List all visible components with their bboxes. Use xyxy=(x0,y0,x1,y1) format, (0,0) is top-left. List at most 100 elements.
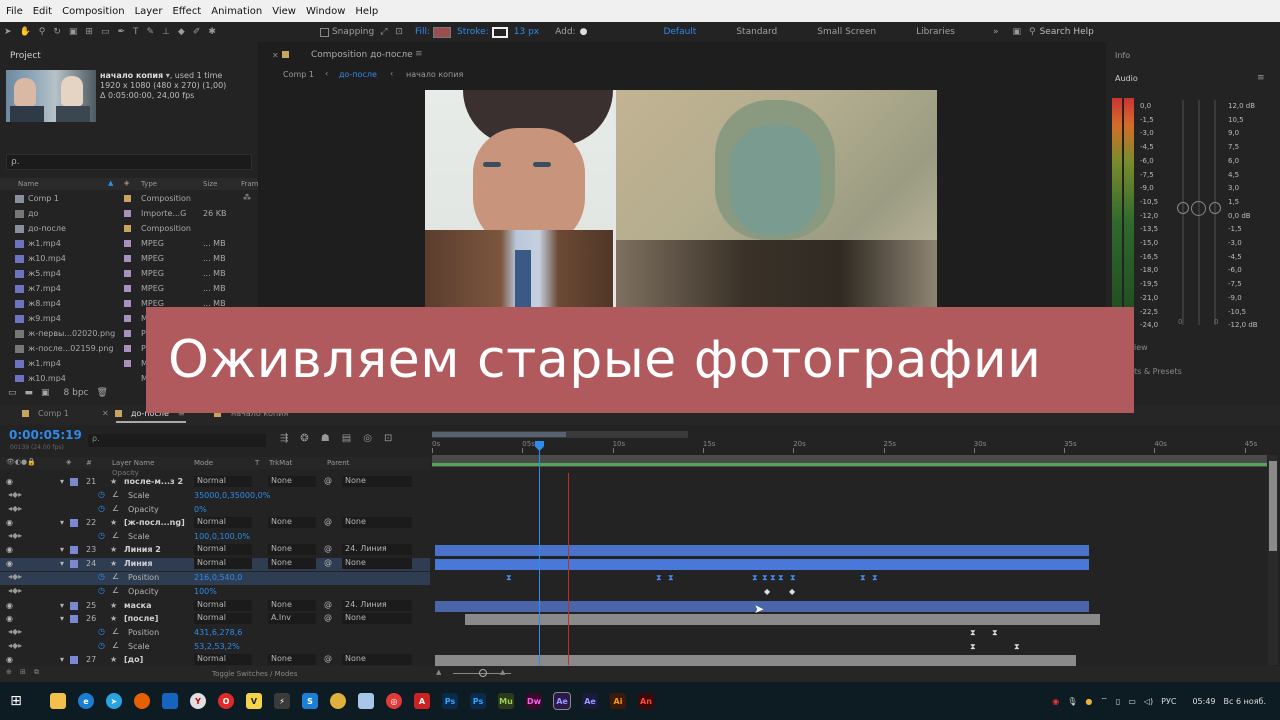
photoshop-icon[interactable]: Ps xyxy=(470,693,486,709)
rectangle-tool-icon[interactable]: ▭ xyxy=(101,27,110,37)
layer-name[interactable]: Линия 2 xyxy=(124,545,161,554)
layer-row[interactable]: ◉ ▾ 23 ★ Линия 2 Normal None @24. Линия xyxy=(0,544,430,557)
selection-tool-icon[interactable]: ➤ xyxy=(4,27,12,37)
keyframe[interactable]: ⧗ xyxy=(860,574,868,582)
keyframe[interactable]: ⧗ xyxy=(1014,643,1022,651)
trkmat-dropdown[interactable]: None xyxy=(268,476,316,487)
volume-knob-center[interactable] xyxy=(1191,201,1206,216)
menu-composition[interactable]: Composition xyxy=(62,6,124,17)
pan-behind-tool-icon[interactable]: ⊞ xyxy=(85,27,93,37)
keyframe[interactable]: ⧗ xyxy=(668,574,676,582)
property-row[interactable]: ◂◆▸ ◷ ∠ Scale 100,0,100,0% xyxy=(0,531,430,544)
layer-row[interactable]: ◉ ▾ 24 ★ Линия Normal None @ None xyxy=(0,558,430,571)
clock-time[interactable]: 05:49 xyxy=(1192,697,1215,706)
column-frame[interactable]: Fram xyxy=(241,180,259,188)
layer-row[interactable]: ◉ ▾ 26 ★ [после] Normal A.Inv @ None xyxy=(0,613,430,626)
keyframe-nav-icon[interactable]: ◂◆▸ xyxy=(8,572,22,581)
list-item[interactable]: ж1.mp4 MPEG ... MB xyxy=(0,237,258,252)
dreamweaver-icon[interactable]: Dw xyxy=(526,693,542,709)
keyframe[interactable]: ◆ xyxy=(789,588,797,596)
column-parent[interactable]: Parent xyxy=(327,459,349,467)
parent-dropdown[interactable]: None xyxy=(342,613,412,624)
interpret-footage-icon[interactable]: ▭ xyxy=(8,388,17,398)
timeline-search-input[interactable]: ρ. xyxy=(88,434,266,447)
photoshop-icon[interactable]: Ps xyxy=(442,693,458,709)
stopwatch-icon[interactable]: ◷ xyxy=(98,490,105,499)
expand-arrow-icon[interactable]: ▾ xyxy=(60,518,64,527)
property-value[interactable]: 100% xyxy=(194,587,217,596)
expand-icon[interactable]: ⊞ xyxy=(20,668,26,676)
menu-effect[interactable]: Effect xyxy=(172,6,201,17)
breadcrumb-comp1[interactable]: Comp 1 xyxy=(283,70,314,79)
property-value[interactable]: 53,2,53,2% xyxy=(194,642,240,651)
list-item[interactable]: ж10.mp4 MPEG ... MB xyxy=(0,252,258,267)
workspace-libraries[interactable]: Libraries xyxy=(916,27,955,37)
pick-whip-icon[interactable]: @ xyxy=(324,476,332,485)
parent-dropdown[interactable]: 24. Линия xyxy=(342,600,412,611)
eye-icon[interactable]: ◉ xyxy=(6,601,13,610)
keyframe[interactable]: ⧗ xyxy=(762,574,770,582)
sync-settings-icon[interactable]: ▣ xyxy=(1012,27,1021,37)
snap-grid-icon[interactable]: ⊡ xyxy=(395,27,403,37)
skype-icon[interactable]: S xyxy=(302,693,318,709)
layer-row[interactable]: ◉ ▾ 25 ★ маска Normal None @24. Линия xyxy=(0,600,430,613)
record-icon[interactable]: ◉ xyxy=(1052,697,1059,706)
tab-comp1[interactable]: Comp 1 xyxy=(38,409,69,418)
property-row[interactable]: ◂◆▸ ◷ ∠ Scale 35000,0,35000,0% xyxy=(0,490,430,503)
parent-dropdown[interactable]: None xyxy=(342,558,412,569)
graph-icon[interactable]: ∠ xyxy=(112,490,119,499)
draft-3d-icon[interactable]: ❂ xyxy=(300,433,308,444)
layer-name[interactable]: после-м...з 2 xyxy=(124,477,183,486)
microphone-icon[interactable]: 🎙 xyxy=(1067,697,1077,706)
menu-file[interactable]: File xyxy=(6,6,23,17)
label-swatch[interactable] xyxy=(70,519,78,527)
keyframe[interactable]: ⧗ xyxy=(790,574,798,582)
stopwatch-icon[interactable]: ◷ xyxy=(98,572,105,581)
menu-animation[interactable]: Animation xyxy=(211,6,262,17)
menu-view[interactable]: View xyxy=(272,6,296,17)
layer-name[interactable]: Линия xyxy=(124,559,153,568)
property-row[interactable]: ◂◆▸ ◷ ∠ Opacity 0% xyxy=(0,504,430,517)
volume-knob-right[interactable] xyxy=(1209,202,1221,214)
stroke-swatch[interactable] xyxy=(491,26,508,38)
render-icon[interactable]: ⊕ xyxy=(6,668,12,676)
eye-icon[interactable]: ◉ xyxy=(6,545,13,554)
graph-icon[interactable]: ∠ xyxy=(112,627,119,636)
list-item[interactable]: ж7.mp4 MPEG ... MB xyxy=(0,282,258,297)
layer-name[interactable]: [после] xyxy=(124,614,158,623)
layer-number-column-icon[interactable]: # xyxy=(86,459,92,467)
flowchart-icon[interactable]: ⁂ xyxy=(243,193,251,202)
zoom-out-icon[interactable]: ▲ xyxy=(436,668,441,676)
more-workspaces-icon[interactable]: » xyxy=(993,27,999,37)
keyframe[interactable]: ⧗ xyxy=(970,643,978,651)
timeline-scrollbar[interactable] xyxy=(1268,455,1278,665)
stopwatch-icon[interactable]: ◷ xyxy=(98,504,105,513)
after-effects-icon[interactable]: Ae xyxy=(553,692,571,710)
mode-dropdown[interactable]: Normal xyxy=(194,613,252,624)
workspace-small-screen[interactable]: Small Screen xyxy=(817,27,876,37)
layer-track-bar[interactable] xyxy=(465,614,1100,625)
column-mode[interactable]: Mode xyxy=(194,459,213,467)
composition-viewer[interactable] xyxy=(425,90,937,310)
yandex-icon[interactable]: Y xyxy=(190,693,206,709)
acrobat-icon[interactable]: A xyxy=(414,693,430,709)
expand-arrow-icon[interactable]: ▾ xyxy=(60,545,64,554)
graph-icon[interactable]: ∠ xyxy=(112,531,119,540)
keyframe[interactable]: ⧗ xyxy=(752,574,760,582)
label-swatch[interactable] xyxy=(70,560,78,568)
keyframe[interactable]: ◆ xyxy=(764,588,772,596)
trkmat-dropdown[interactable]: None xyxy=(268,600,316,611)
mode-dropdown[interactable]: Normal xyxy=(194,558,252,569)
menu-layer[interactable]: Layer xyxy=(135,6,163,17)
keyframe[interactable]: ⧗ xyxy=(992,629,1000,637)
trash-icon[interactable]: 🗑 xyxy=(97,388,108,398)
snapping-checkbox[interactable] xyxy=(319,27,329,37)
mode-dropdown[interactable]: Normal xyxy=(194,476,252,487)
work-area-range[interactable] xyxy=(432,455,1267,467)
toggle-switches-modes[interactable]: Toggle Switches / Modes xyxy=(212,670,297,678)
keyframe-nav-icon[interactable]: ◂◆▸ xyxy=(8,504,22,513)
workspace-default[interactable]: Default xyxy=(663,27,696,37)
app-icon[interactable] xyxy=(358,693,374,709)
property-value[interactable]: 100,0,100,0% xyxy=(194,532,250,541)
label-swatch[interactable] xyxy=(70,602,78,610)
